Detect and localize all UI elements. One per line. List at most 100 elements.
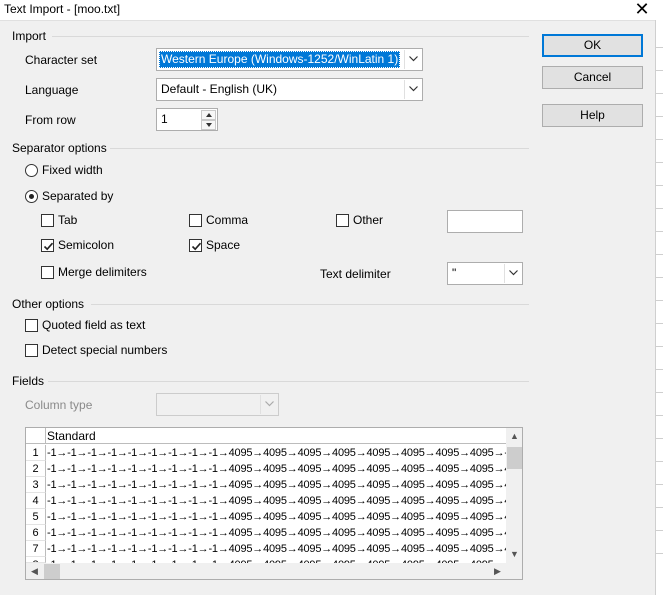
spin-down-button[interactable] bbox=[201, 120, 216, 130]
scroll-up-arrow-icon[interactable]: ▲ bbox=[506, 428, 522, 445]
sheet-gridline bbox=[655, 277, 663, 278]
help-button[interactable]: Help bbox=[542, 104, 643, 127]
other-checkbox[interactable] bbox=[336, 214, 349, 227]
spin-up-button[interactable] bbox=[201, 110, 216, 120]
radio-selected-dot bbox=[29, 194, 34, 199]
preview-grid[interactable]: Standard 1 -1→-1→-1→-1→-1→-1→-1→-1→-1→40… bbox=[25, 427, 523, 580]
chevron-down-icon bbox=[409, 56, 418, 62]
import-section-title: Import bbox=[12, 29, 47, 43]
from-row-value: 1 bbox=[161, 112, 168, 126]
sheet-gridline bbox=[655, 507, 663, 508]
charset-select[interactable]: Western Europe (Windows-1252/WinLatin 1) bbox=[156, 48, 423, 71]
fixed-width-radio[interactable] bbox=[25, 164, 38, 177]
row-number: 1 bbox=[26, 445, 46, 461]
text-delimiter-dropdown-button[interactable] bbox=[504, 264, 521, 283]
sheet-gridline bbox=[655, 323, 663, 324]
other-separator-input[interactable] bbox=[447, 210, 523, 233]
fields-section-title: Fields bbox=[12, 374, 45, 388]
close-icon[interactable]: ✕ bbox=[632, 0, 652, 20]
table-row: -1→-1→-1→-1→-1→-1→-1→-1→-1→4095→4095→409… bbox=[47, 543, 506, 555]
fixed-width-label[interactable]: Fixed width bbox=[42, 163, 103, 177]
fields-divider bbox=[48, 381, 529, 382]
semicolon-label[interactable]: Semicolon bbox=[58, 238, 114, 252]
sheet-gridline bbox=[655, 139, 663, 140]
sheet-gridline bbox=[655, 70, 663, 71]
chevron-down-icon bbox=[509, 270, 518, 276]
comma-label[interactable]: Comma bbox=[206, 213, 248, 227]
row-number: 7 bbox=[26, 541, 46, 557]
scroll-left-arrow-icon[interactable]: ◀ bbox=[26, 563, 43, 579]
sheet-gridline bbox=[655, 300, 663, 301]
grid-corner bbox=[26, 428, 46, 444]
checkmark-icon bbox=[191, 242, 202, 251]
row-number: 6 bbox=[26, 525, 46, 541]
row-number: 3 bbox=[26, 477, 46, 493]
sheet-gridline bbox=[655, 231, 663, 232]
cancel-button[interactable]: Cancel bbox=[542, 66, 643, 89]
other-options-section-title: Other options bbox=[12, 297, 85, 311]
row-number: 2 bbox=[26, 461, 46, 477]
sheet-gridline bbox=[655, 484, 663, 485]
checkmark-icon bbox=[43, 242, 54, 251]
merge-delimiters-label[interactable]: Merge delimiters bbox=[58, 265, 147, 279]
comma-checkbox[interactable] bbox=[189, 214, 202, 227]
separator-section-title: Separator options bbox=[12, 141, 107, 155]
language-dropdown-button[interactable] bbox=[404, 80, 421, 99]
table-row: -1→-1→-1→-1→-1→-1→-1→-1→-1→4095→4095→409… bbox=[47, 447, 506, 459]
triangle-up-icon bbox=[206, 113, 212, 117]
sheet-gridline bbox=[655, 530, 663, 531]
sheet-gridline bbox=[655, 93, 663, 94]
horizontal-scroll-thumb[interactable] bbox=[44, 564, 60, 579]
sheet-gridline bbox=[655, 392, 663, 393]
sheet-gridline bbox=[655, 208, 663, 209]
column-type-dropdown-button[interactable] bbox=[260, 395, 277, 414]
sheet-gridline bbox=[655, 415, 663, 416]
table-row: -1→-1→-1→-1→-1→-1→-1→-1→-1→4095→4095→409… bbox=[47, 479, 506, 491]
merge-delimiters-checkbox[interactable] bbox=[41, 266, 54, 279]
background-sheet bbox=[655, 20, 663, 595]
sheet-gridline bbox=[655, 254, 663, 255]
charset-value: Western Europe (Windows-1252/WinLatin 1) bbox=[159, 51, 401, 68]
other-label[interactable]: Other bbox=[353, 213, 383, 227]
text-delimiter-select[interactable]: " bbox=[447, 262, 523, 285]
sheet-gridline bbox=[655, 346, 663, 347]
triangle-down-icon bbox=[206, 123, 212, 127]
row-number: 4 bbox=[26, 493, 46, 509]
from-row-spinner[interactable]: 1 bbox=[156, 108, 218, 131]
quoted-field-label[interactable]: Quoted field as text bbox=[42, 318, 145, 332]
quoted-field-checkbox[interactable] bbox=[25, 319, 38, 332]
detect-special-numbers-label[interactable]: Detect special numbers bbox=[42, 343, 167, 357]
chevron-down-icon bbox=[409, 86, 418, 92]
vertical-scroll-thumb[interactable] bbox=[507, 447, 522, 469]
column-type-select[interactable] bbox=[156, 393, 279, 416]
charset-dropdown-button[interactable] bbox=[404, 50, 421, 69]
charset-label: Character set bbox=[25, 53, 98, 67]
scrollbar-corner bbox=[506, 563, 522, 579]
column-header[interactable]: Standard bbox=[47, 429, 96, 443]
sheet-gridline bbox=[655, 438, 663, 439]
tab-checkbox[interactable] bbox=[41, 214, 54, 227]
space-label[interactable]: Space bbox=[206, 238, 240, 252]
semicolon-checkbox[interactable] bbox=[41, 239, 54, 252]
table-row: -1→-1→-1→-1→-1→-1→-1→-1→-1→4095→4095→409… bbox=[47, 527, 506, 539]
from-row-label: From row bbox=[25, 113, 76, 127]
scroll-down-arrow-icon[interactable]: ▼ bbox=[506, 546, 522, 563]
sheet-gridline bbox=[655, 553, 663, 554]
text-delimiter-label: Text delimiter bbox=[320, 267, 391, 281]
table-row: -1→-1→-1→-1→-1→-1→-1→-1→-1→4095→4095→409… bbox=[47, 463, 506, 475]
space-checkbox[interactable] bbox=[189, 239, 202, 252]
separated-by-radio[interactable] bbox=[25, 190, 38, 203]
other-options-divider bbox=[91, 304, 529, 305]
table-row: -1→-1→-1→-1→-1→-1→-1→-1→-1→4095→4095→409… bbox=[47, 511, 506, 523]
sheet-gridline bbox=[655, 461, 663, 462]
import-divider bbox=[52, 36, 529, 37]
separated-by-label[interactable]: Separated by bbox=[42, 189, 113, 203]
detect-special-numbers-checkbox[interactable] bbox=[25, 344, 38, 357]
ok-button[interactable]: OK bbox=[542, 34, 643, 57]
chevron-down-icon bbox=[265, 401, 274, 407]
separator-divider bbox=[110, 148, 529, 149]
scroll-right-arrow-icon[interactable]: ▶ bbox=[489, 563, 506, 579]
language-select[interactable]: Default - English (UK) bbox=[156, 78, 423, 101]
horizontal-scrollbar[interactable] bbox=[26, 563, 506, 579]
tab-label[interactable]: Tab bbox=[58, 213, 77, 227]
